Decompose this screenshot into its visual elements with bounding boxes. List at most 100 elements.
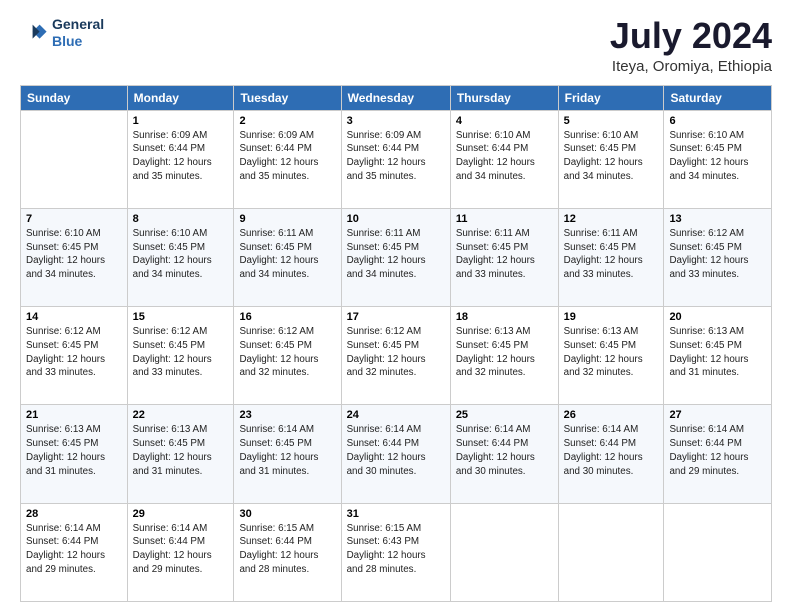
- day-info: Sunrise: 6:14 AMSunset: 6:44 PMDaylight:…: [133, 522, 229, 577]
- calendar-cell: 7Sunrise: 6:10 AMSunset: 6:45 PMDaylight…: [21, 208, 128, 306]
- day-info: Sunrise: 6:14 AMSunset: 6:44 PMDaylight:…: [669, 423, 766, 478]
- calendar-header-row: SundayMondayTuesdayWednesdayThursdayFrid…: [21, 85, 772, 110]
- calendar-week-row: 7 Sunrise: 6:10 AMSunset: 6:45 PMDaylight…: [21, 208, 772, 306]
- day-number: 17: [347, 311, 445, 323]
- day-info: Sunrise: 6:09 AMSunset: 6:44 PMDaylight:…: [133, 129, 229, 184]
- calendar-cell: 9 Sunrise: 6:11 AMSunset: 6:45 PMDaylight…: [234, 208, 341, 306]
- day-number: 16: [239, 311, 335, 323]
- calendar-cell: 1 Sunrise: 6:09 AMSunset: 6:44 PMDaylight…: [127, 110, 234, 208]
- calendar-cell: 10 Sunrise: 6:11 AMSunset: 6:45 PMDayligh…: [341, 208, 450, 306]
- calendar-week-row: 28 Sunrise: 6:14 AMSunset: 6:44 PMDayligh…: [21, 503, 772, 601]
- day-info: Sunrise: 6:14 AMSunset: 6:44 PMDaylight:…: [26, 522, 122, 577]
- day-info: Sunrise: 6:14 AMSunset: 6:44 PMDaylight:…: [564, 423, 659, 478]
- calendar-cell: 14Sunrise: 6:12 AMSunset: 6:45 PMDayligh…: [21, 307, 128, 405]
- day-info: Sunrise: 6:13 AMSunset: 6:45 PMDaylight:…: [669, 325, 766, 380]
- calendar-cell: [21, 110, 128, 208]
- location: Iteya, Oromiya, Ethiopia: [610, 58, 772, 75]
- day-number: 23: [239, 409, 335, 421]
- title-block: July 2024 Iteya, Oromiya, Ethiopia: [610, 16, 772, 75]
- calendar-cell: 12 Sunrise: 6:11 AMSunset: 6:45 PMDayligh…: [558, 208, 664, 306]
- calendar-week-row: 14Sunrise: 6:12 AMSunset: 6:45 PMDayligh…: [21, 307, 772, 405]
- day-info: Sunrise: 6:10 AMSunset: 6:45 PMDaylight:…: [669, 129, 766, 184]
- calendar-week-row: 1 Sunrise: 6:09 AMSunset: 6:44 PMDaylight…: [21, 110, 772, 208]
- day-number: 3: [347, 115, 445, 127]
- day-number: 1: [133, 115, 229, 127]
- calendar-cell: 19 Sunrise: 6:13 AMSunset: 6:45 PMDayligh…: [558, 307, 664, 405]
- calendar-cell: 4Sunrise: 6:10 AMSunset: 6:44 PMDaylight…: [450, 110, 558, 208]
- day-info: Sunrise: 6:13 AMSunset: 6:45 PMDaylight:…: [26, 423, 122, 478]
- calendar-cell: 11Sunrise: 6:11 AMSunset: 6:45 PMDayligh…: [450, 208, 558, 306]
- day-number: 10: [347, 213, 445, 225]
- day-info: Sunrise: 6:11 AMSunset: 6:45 PMDaylight:…: [347, 227, 445, 282]
- day-number: 28: [26, 508, 122, 520]
- calendar-cell: 16 Sunrise: 6:12 AMSunset: 6:45 PMDayligh…: [234, 307, 341, 405]
- day-number: 29: [133, 508, 229, 520]
- logo-icon: [20, 19, 48, 47]
- day-number: 27: [669, 409, 766, 421]
- day-info: Sunrise: 6:13 AMSunset: 6:45 PMDaylight:…: [133, 423, 229, 478]
- calendar-cell: 24 Sunrise: 6:14 AMSunset: 6:44 PMDayligh…: [341, 405, 450, 503]
- calendar-cell: 2Sunrise: 6:09 AMSunset: 6:44 PMDaylight…: [234, 110, 341, 208]
- day-number: 9: [239, 213, 335, 225]
- day-number: 19: [564, 311, 659, 323]
- day-number: 30: [239, 508, 335, 520]
- day-info: Sunrise: 6:15 AMSunset: 6:43 PMDaylight:…: [347, 522, 445, 577]
- day-header-sunday: Sunday: [21, 85, 128, 110]
- calendar-cell: [664, 503, 772, 601]
- calendar-cell: 28 Sunrise: 6:14 AMSunset: 6:44 PMDayligh…: [21, 503, 128, 601]
- calendar-cell: 23 Sunrise: 6:14 AMSunset: 6:45 PMDayligh…: [234, 405, 341, 503]
- day-header-monday: Monday: [127, 85, 234, 110]
- calendar-cell: 31Sunrise: 6:15 AMSunset: 6:43 PMDayligh…: [341, 503, 450, 601]
- day-number: 26: [564, 409, 659, 421]
- calendar-cell: [558, 503, 664, 601]
- calendar-cell: 6 Sunrise: 6:10 AMSunset: 6:45 PMDaylight…: [664, 110, 772, 208]
- calendar-cell: 3 Sunrise: 6:09 AMSunset: 6:44 PMDaylight…: [341, 110, 450, 208]
- calendar-cell: 29 Sunrise: 6:14 AMSunset: 6:44 PMDayligh…: [127, 503, 234, 601]
- calendar-cell: 25 Sunrise: 6:14 AMSunset: 6:44 PMDayligh…: [450, 405, 558, 503]
- day-info: Sunrise: 6:12 AMSunset: 6:45 PMDaylight:…: [239, 325, 335, 380]
- calendar-cell: 27 Sunrise: 6:14 AMSunset: 6:44 PMDayligh…: [664, 405, 772, 503]
- calendar-cell: 22 Sunrise: 6:13 AMSunset: 6:45 PMDayligh…: [127, 405, 234, 503]
- calendar-cell: 8 Sunrise: 6:10 AMSunset: 6:45 PMDaylight…: [127, 208, 234, 306]
- day-number: 20: [669, 311, 766, 323]
- day-info: Sunrise: 6:14 AMSunset: 6:44 PMDaylight:…: [347, 423, 445, 478]
- day-number: 8: [133, 213, 229, 225]
- day-number: 21: [26, 409, 122, 421]
- day-number: 5: [564, 115, 659, 127]
- day-info: Sunrise: 6:10 AMSunset: 6:45 PMDaylight:…: [564, 129, 659, 184]
- calendar-cell: 20 Sunrise: 6:13 AMSunset: 6:45 PMDayligh…: [664, 307, 772, 405]
- day-number: 22: [133, 409, 229, 421]
- calendar-cell: 15 Sunrise: 6:12 AMSunset: 6:45 PMDayligh…: [127, 307, 234, 405]
- day-number: 7: [26, 213, 122, 225]
- day-number: 4: [456, 115, 553, 127]
- day-header-wednesday: Wednesday: [341, 85, 450, 110]
- day-info: Sunrise: 6:12 AMSunset: 6:45 PMDaylight:…: [347, 325, 445, 380]
- calendar-cell: 13Sunrise: 6:12 AMSunset: 6:45 PMDayligh…: [664, 208, 772, 306]
- calendar-cell: 21 Sunrise: 6:13 AMSunset: 6:45 PMDayligh…: [21, 405, 128, 503]
- day-number: 25: [456, 409, 553, 421]
- day-info: Sunrise: 6:14 AMSunset: 6:44 PMDaylight:…: [456, 423, 553, 478]
- day-number: 6: [669, 115, 766, 127]
- day-info: Sunrise: 6:15 AMSunset: 6:44 PMDaylight:…: [239, 522, 335, 577]
- calendar-cell: 5 Sunrise: 6:10 AMSunset: 6:45 PMDaylight…: [558, 110, 664, 208]
- day-info: Sunrise: 6:09 AMSunset: 6:44 PMDaylight:…: [347, 129, 445, 184]
- day-number: 24: [347, 409, 445, 421]
- day-number: 12: [564, 213, 659, 225]
- day-info: Sunrise: 6:10 AMSunset: 6:45 PMDaylight:…: [133, 227, 229, 282]
- calendar-cell: [450, 503, 558, 601]
- day-header-tuesday: Tuesday: [234, 85, 341, 110]
- calendar-cell: 17 Sunrise: 6:12 AMSunset: 6:45 PMDayligh…: [341, 307, 450, 405]
- day-info: Sunrise: 6:11 AMSunset: 6:45 PMDaylight:…: [564, 227, 659, 282]
- day-number: 18: [456, 311, 553, 323]
- day-header-saturday: Saturday: [664, 85, 772, 110]
- day-info: Sunrise: 6:12 AMSunset: 6:45 PMDaylight:…: [133, 325, 229, 380]
- day-info: Sunrise: 6:12 AMSunset: 6:45 PMDaylight:…: [26, 325, 122, 380]
- day-number: 11: [456, 213, 553, 225]
- page: General Blue July 2024 Iteya, Oromiya, E…: [0, 0, 792, 612]
- day-number: 15: [133, 311, 229, 323]
- day-info: Sunrise: 6:13 AMSunset: 6:45 PMDaylight:…: [564, 325, 659, 380]
- day-info: Sunrise: 6:14 AMSunset: 6:45 PMDaylight:…: [239, 423, 335, 478]
- day-info: Sunrise: 6:11 AMSunset: 6:45 PMDaylight:…: [239, 227, 335, 282]
- month-year: July 2024: [610, 16, 772, 56]
- calendar-cell: 26 Sunrise: 6:14 AMSunset: 6:44 PMDayligh…: [558, 405, 664, 503]
